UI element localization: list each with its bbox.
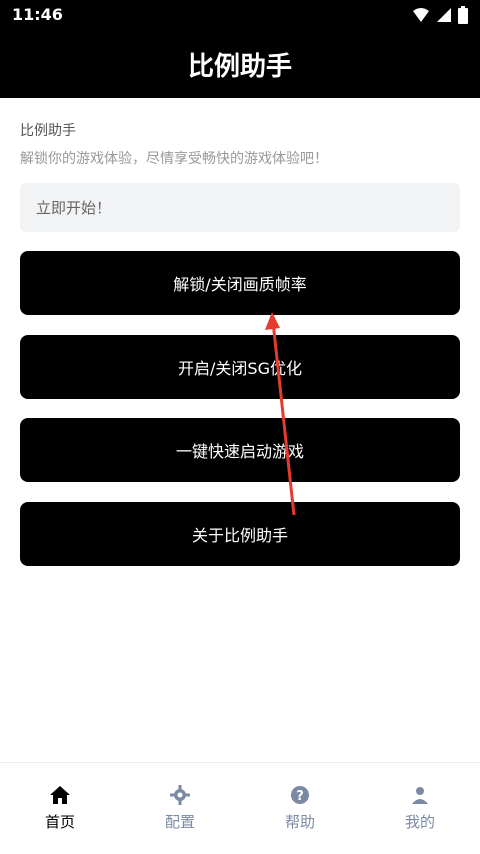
app-description: 解锁你的游戏体验，尽情享受畅快的游戏体验吧！ [20,151,328,167]
status-bar: 11:46 [0,0,480,30]
tab-config-label: 配置 [164,813,195,831]
about-button[interactable]: 关于比例助手 [20,502,460,566]
tab-help[interactable]: ? 帮助 [240,763,360,854]
home-icon [50,786,70,804]
toggle-framerate-button[interactable]: 解锁/关闭画质帧率 [20,251,460,315]
tab-home-label: 首页 [44,813,75,831]
help-icon: ? [291,786,309,804]
toggle-sg-optimize-button[interactable]: 开启/关闭SG优化 [20,335,460,399]
app-header: 比例助手 [0,30,480,98]
svg-text:?: ? [296,789,304,804]
wifi-icon [413,8,429,22]
status-icons [412,6,468,24]
tab-help-label: 帮助 [284,813,315,831]
battery-icon [458,6,468,24]
bottom-tab-bar: 首页 配置 ? 帮助 我的 [0,762,480,854]
signal-icon [437,8,451,22]
tab-mine[interactable]: 我的 [360,763,480,854]
quick-launch-game-button[interactable]: 一键快速启动游戏 [20,418,460,482]
tab-mine-label: 我的 [404,813,435,831]
gear-icon [170,785,190,805]
status-time: 11:46 [12,5,63,24]
app-name-label: 比例助手 [20,123,76,139]
page-title: 比例助手 [187,51,292,82]
start-field[interactable]: 立即开始！ [20,183,460,232]
tab-config[interactable]: 配置 [120,763,240,854]
tab-home[interactable]: 首页 [0,763,120,854]
user-icon [412,787,428,804]
